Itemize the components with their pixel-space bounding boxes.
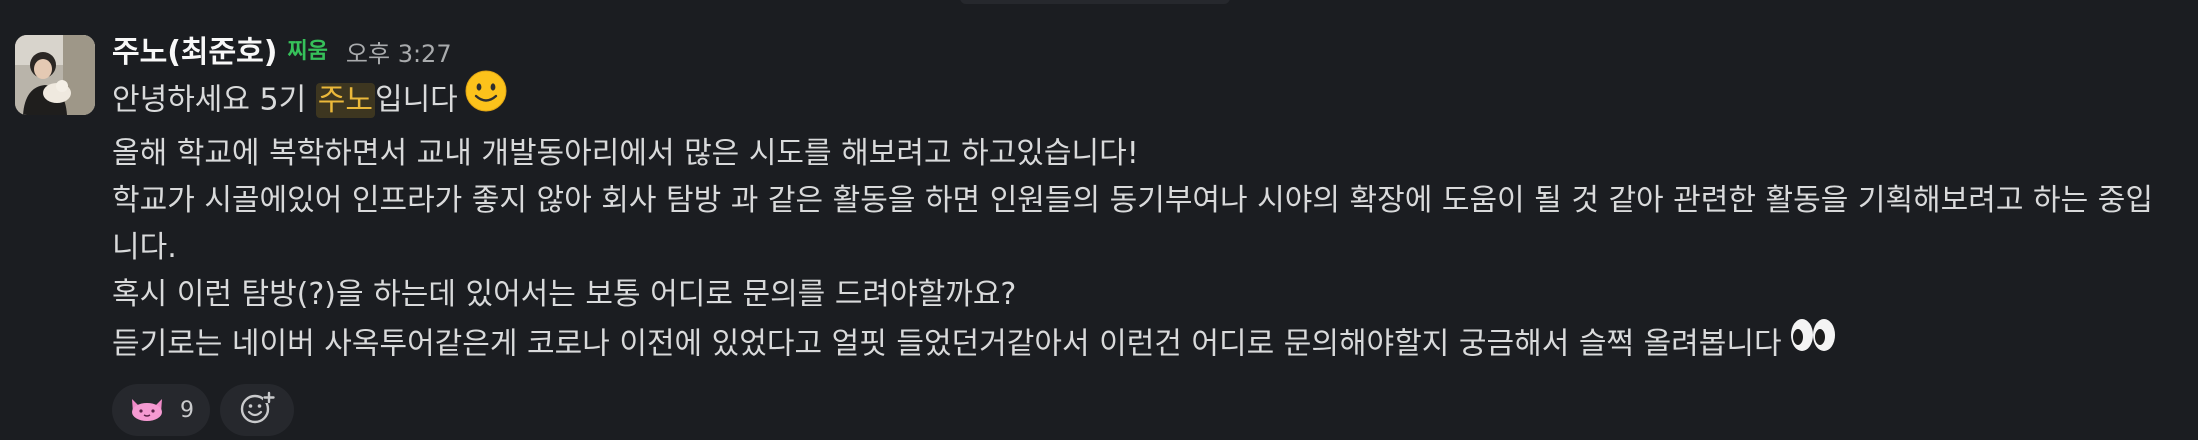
add-reaction-icon [239,390,275,430]
message-line-2: 올해 학교에 복학하면서 교내 개발동아리에서 많은 시도를 해보려고 하고있습… [112,136,1139,171]
reaction-pill[interactable]: 9 [112,384,210,436]
message-line-5: 듣기로는 네이버 사옥투어같은게 코로나 이전에 있었다고 얼핏 들었던거같아서… [112,318,2192,372]
line1-before: 안녕하세요 5기 [112,82,316,118]
message-line-4: 혹시 이런 탐방(?)을 하는데 있어서는 보통 어디로 문의를 드려야할까요? [112,277,1017,312]
avatar[interactable] [15,35,95,115]
eyes-icon [1788,315,1838,369]
pink-cat-icon [128,393,166,427]
reaction-bar: 9 [112,384,2192,436]
chat-message: 주노(최준호) 찌움 오후 3:27 안녕하세요 5기 주노입니다 올해 학교에… [0,0,2198,440]
reaction-count: 9 [180,397,194,423]
message-line-1: 안녕하세요 5기 주노입니다 [112,69,2192,130]
message-content: 주노(최준호) 찌움 오후 3:27 안녕하세요 5기 주노입니다 올해 학교에… [112,26,2192,436]
message-header: 주노(최준호) 찌움 오후 3:27 [112,26,2192,72]
huddle-headphones-icon: 찌움 [287,33,327,65]
line5-text: 듣기로는 네이버 사옥투어같은게 코로나 이전에 있었다고 얼핏 들었던거같아서… [112,326,1782,362]
user-mention[interactable]: 주노 [315,82,375,118]
message-line-3: 학교가 시골에있어 인프라가 좋지 않아 회사 탐방 과 같은 활동을 하면 인… [112,183,2153,265]
line1-after: 입니다 [374,82,458,118]
sender-name[interactable]: 주노(최준호) [112,27,277,71]
slightly-smiling-face-icon [464,69,508,127]
add-reaction-button[interactable] [220,384,294,436]
status-text: 찌움 [287,39,328,64]
timestamp[interactable]: 오후 3:27 [346,34,452,69]
